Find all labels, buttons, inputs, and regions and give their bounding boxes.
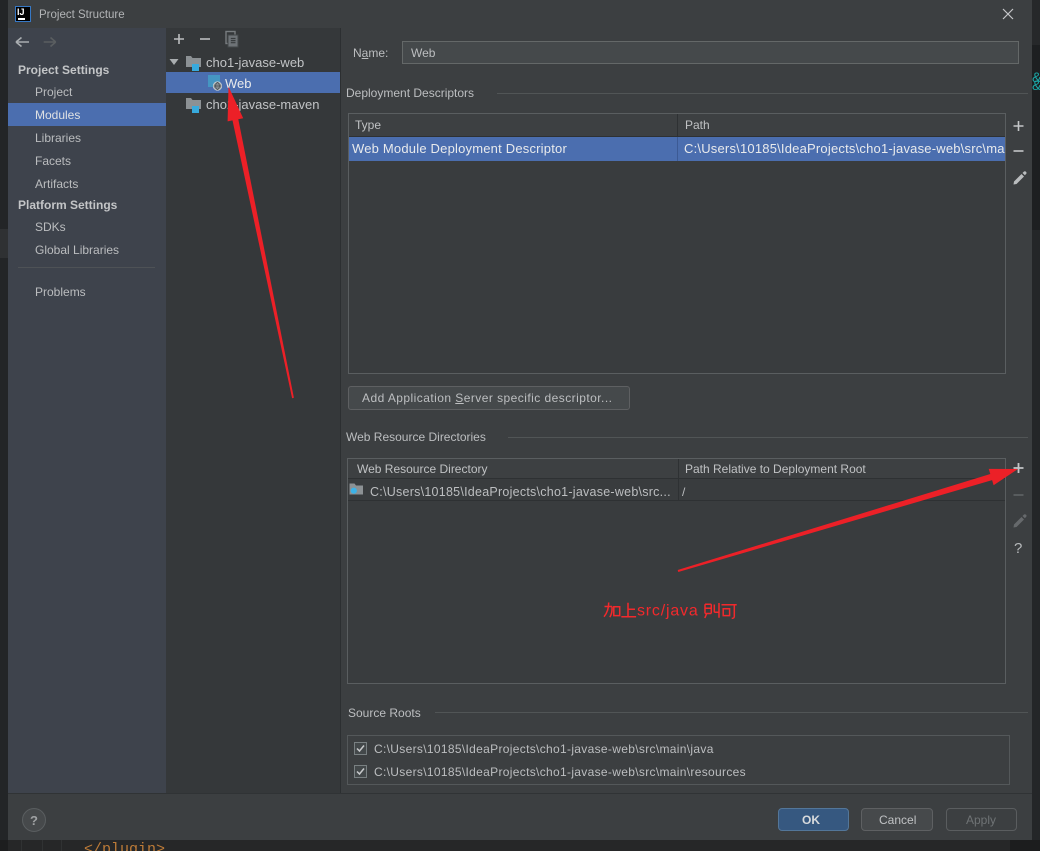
- svg-text:?: ?: [1014, 540, 1022, 557]
